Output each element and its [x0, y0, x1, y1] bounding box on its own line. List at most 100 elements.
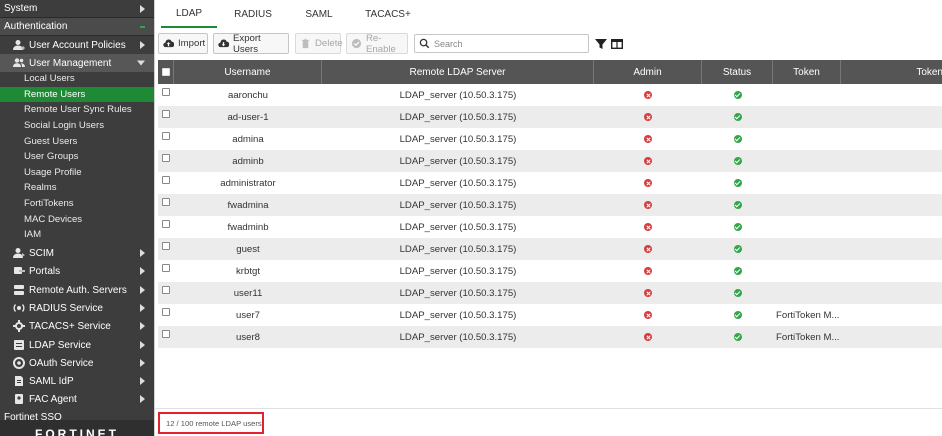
sidebar-item-guest-users[interactable]: Guest Users: [0, 133, 154, 149]
row-checkbox[interactable]: [162, 176, 170, 184]
token-cell: [773, 106, 841, 128]
row-checkbox-cell: [158, 84, 174, 106]
sidebar-item-user-management[interactable]: User Management: [0, 54, 154, 72]
sidebar-item-ldap-service[interactable]: LDAP Service: [0, 336, 154, 354]
delete-button[interactable]: Delete: [295, 33, 343, 54]
server-cell: LDAP_server (10.50.3.175): [399, 155, 517, 167]
enabled-icon: [733, 245, 742, 253]
sidebar-item-remote-user-sync-rules[interactable]: Remote User Sync Rules: [0, 102, 154, 118]
sidebar-item-user-groups[interactable]: User Groups: [0, 149, 154, 165]
sidebar-item-user-account-policies[interactable]: User Account Policies: [0, 36, 154, 54]
re-enable-button[interactable]: Re-Enable: [346, 33, 408, 55]
server-cell: LDAP_server (10.50.3.175): [399, 287, 517, 299]
sidebar-item-social-login-users[interactable]: Social Login Users: [0, 118, 154, 134]
no-icon: [644, 333, 652, 341]
table-row[interactable]: fwadminb LDAP_server (10.50.3.175): [158, 216, 942, 238]
table-row[interactable]: fwadmina LDAP_server (10.50.3.175): [158, 194, 942, 216]
status-cell: [702, 128, 773, 150]
column-header-remote-ldap-server[interactable]: Remote LDAP Server: [322, 60, 594, 84]
tab-radius[interactable]: RADIUS: [225, 0, 281, 28]
select-all-checkbox[interactable]: [161, 68, 170, 76]
sidebar-item-local-users[interactable]: Local Users: [0, 71, 154, 87]
sidebar-item-portals[interactable]: Portals: [0, 262, 154, 280]
chevron-right-icon: [140, 322, 145, 330]
row-checkbox[interactable]: [162, 242, 170, 250]
search-input[interactable]: [434, 38, 584, 49]
column-header-token-2[interactable]: Token: [841, 60, 942, 84]
admin-cell: [594, 106, 702, 128]
no-icon: [644, 289, 652, 297]
table-row[interactable]: aaronchu LDAP_server (10.50.3.175): [158, 84, 942, 106]
column-header-token[interactable]: Token: [773, 60, 841, 84]
columns-icon[interactable]: [611, 38, 623, 50]
search-box[interactable]: [414, 34, 589, 53]
sidebar-item-label: System: [4, 3, 38, 14]
enabled-icon: [733, 113, 742, 121]
button-label: Export Users: [233, 32, 261, 55]
sidebar-item-remote-auth-servers[interactable]: Remote Auth. Servers: [0, 281, 154, 299]
row-checkbox-cell: [158, 326, 174, 348]
toolbar: Import Export Users Delete Re-Enable: [155, 32, 942, 56]
row-checkbox-cell: [158, 172, 174, 194]
sidebar-item-scim[interactable]: SCIM: [0, 244, 154, 262]
row-checkbox-cell: [158, 304, 174, 326]
table-row[interactable]: user7 LDAP_server (10.50.3.175) FortiTok…: [158, 304, 942, 326]
column-header-label: Token: [793, 66, 820, 78]
row-checkbox[interactable]: [162, 308, 170, 316]
table-header: Username Remote LDAP Server Admin Status…: [158, 60, 942, 84]
username-cell: fwadmina: [227, 199, 269, 211]
row-checkbox[interactable]: [162, 88, 170, 96]
tab-saml[interactable]: SAML: [303, 0, 335, 28]
table-row[interactable]: administrator LDAP_server (10.50.3.175): [158, 172, 942, 194]
status-cell: [702, 172, 773, 194]
sidebar-item-label: OAuth Service: [29, 357, 94, 369]
export-users-button[interactable]: Export Users: [213, 32, 289, 55]
sidebar-item-label: Usage Profile: [24, 166, 82, 178]
row-checkbox[interactable]: [162, 110, 170, 118]
check-circle-icon: [351, 38, 362, 49]
cloud-upload-icon: [163, 38, 174, 49]
table-row[interactable]: krbtgt LDAP_server (10.50.3.175): [158, 260, 942, 282]
sidebar-item-fac-agent[interactable]: FAC Agent: [0, 390, 154, 408]
row-checkbox[interactable]: [162, 132, 170, 140]
sidebar-item-iam[interactable]: IAM: [0, 227, 154, 243]
sidebar-item-label: TACACS+ Service: [29, 320, 111, 332]
sidebar-item-system[interactable]: System: [0, 0, 154, 18]
column-header-label: Status: [722, 66, 752, 78]
table-row[interactable]: user11 LDAP_server (10.50.3.175): [158, 282, 942, 304]
row-checkbox[interactable]: [162, 264, 170, 272]
sidebar-item-authentication[interactable]: Authentication: [0, 18, 154, 36]
tab-tacacs[interactable]: TACACS+: [361, 0, 415, 28]
sidebar-item-label: Remote Users: [24, 88, 86, 100]
server-cell: LDAP_server (10.50.3.175): [399, 331, 517, 343]
sidebar-item-saml-idp[interactable]: SAML IdP: [0, 372, 154, 390]
enabled-icon: [733, 91, 742, 99]
sidebar-item-usage-profile[interactable]: Usage Profile: [0, 165, 154, 181]
row-checkbox[interactable]: [162, 198, 170, 206]
sidebar-item-radius-service[interactable]: RADIUS Service: [0, 299, 154, 317]
row-checkbox[interactable]: [162, 286, 170, 294]
table-row[interactable]: admina LDAP_server (10.50.3.175): [158, 128, 942, 150]
table-row[interactable]: ad-user-1 LDAP_server (10.50.3.175): [158, 106, 942, 128]
collapse-icon: [140, 26, 145, 28]
column-header-status[interactable]: Status: [702, 60, 773, 84]
sidebar-item-fortitokens[interactable]: FortiTokens: [0, 196, 154, 212]
button-label: Delete: [315, 38, 343, 49]
sidebar-item-label: Authentication: [4, 21, 68, 32]
table-row[interactable]: user8 LDAP_server (10.50.3.175) FortiTok…: [158, 326, 942, 348]
table-row[interactable]: adminb LDAP_server (10.50.3.175): [158, 150, 942, 172]
sidebar-item-oauth-service[interactable]: OAuth Service: [0, 354, 154, 372]
import-button[interactable]: Import: [158, 33, 208, 54]
sidebar-item-realms[interactable]: Realms: [0, 180, 154, 196]
row-checkbox[interactable]: [162, 330, 170, 338]
column-header-username[interactable]: Username: [174, 60, 322, 84]
table-row[interactable]: guest LDAP_server (10.50.3.175): [158, 238, 942, 260]
tab-ldap[interactable]: LDAP: [161, 0, 217, 28]
row-checkbox[interactable]: [162, 220, 170, 228]
row-checkbox[interactable]: [162, 154, 170, 162]
sidebar-item-tacacs-service[interactable]: TACACS+ Service: [0, 317, 154, 335]
column-header-admin[interactable]: Admin: [594, 60, 702, 84]
filter-icon[interactable]: [595, 38, 607, 50]
sidebar-item-remote-users[interactable]: Remote Users: [0, 86, 154, 103]
sidebar-item-mac-devices[interactable]: MAC Devices: [0, 211, 154, 227]
